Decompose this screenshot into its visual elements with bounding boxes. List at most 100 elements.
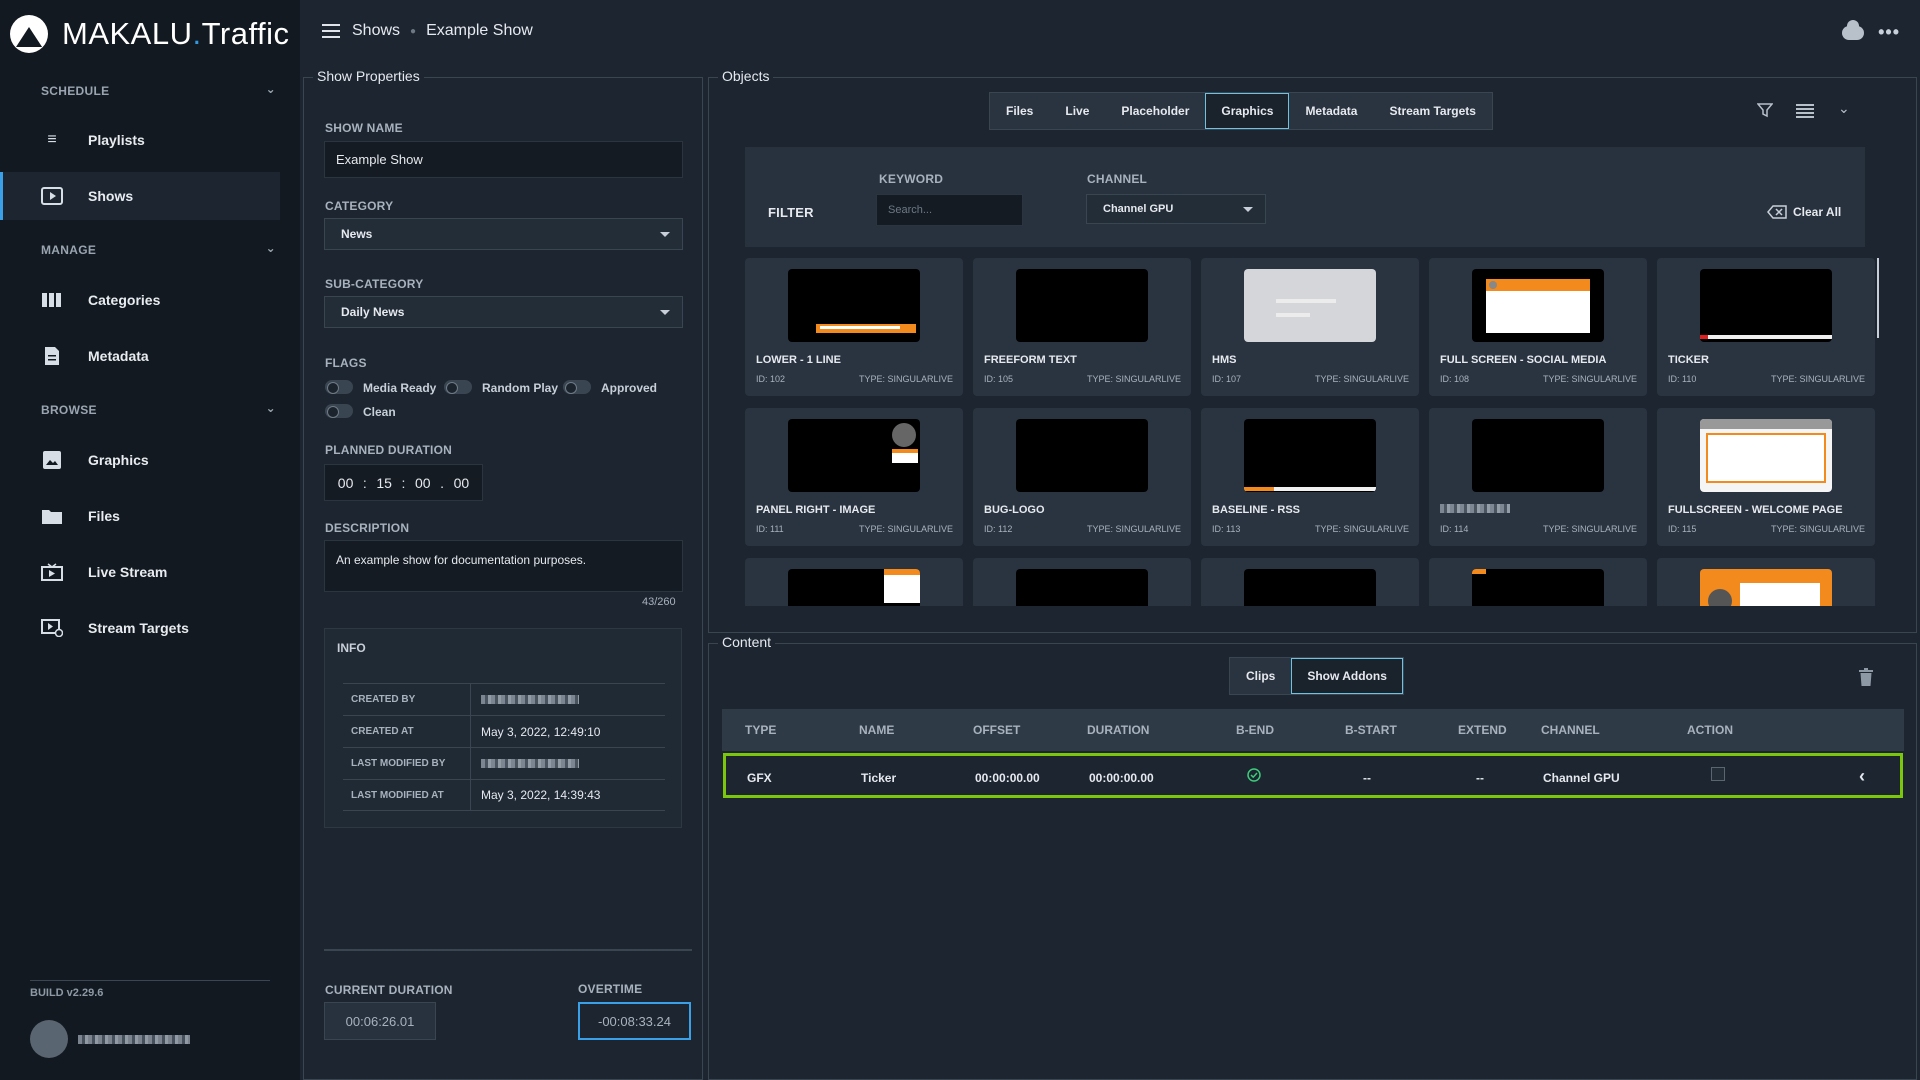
graphic-card[interactable]: BUG-LOGO ID: 112 TYPE: SINGULARLIVE	[973, 408, 1191, 546]
graphic-card[interactable]: PANEL RIGHT - IMAGE ID: 111 TYPE: SINGUL…	[745, 408, 963, 546]
document-icon	[41, 346, 63, 366]
graphic-card[interactable]	[1657, 558, 1875, 606]
graphic-card[interactable]: HMS ID: 107 TYPE: SINGULARLIVE	[1201, 258, 1419, 396]
approved-label: Approved	[601, 381, 658, 395]
divider	[324, 949, 692, 951]
section-browse[interactable]: BROWSE ⌄	[41, 401, 276, 417]
planned-duration-field[interactable]: 00: 15: 00. 00	[324, 464, 483, 501]
chevron-down-icon[interactable]: ⌄	[266, 241, 276, 255]
sidebar-item-metadata[interactable]: Metadata	[0, 332, 280, 380]
thumbnail	[788, 569, 920, 606]
breadcrumb-root[interactable]: Shows	[352, 22, 400, 40]
thumbnail-lower-third	[788, 269, 920, 342]
avatar	[30, 1020, 68, 1058]
sidebar-item-graphics[interactable]: Graphics	[0, 436, 280, 484]
clear-all-button[interactable]: Clear All	[1767, 205, 1841, 219]
sidebar-item-playlists[interactable]: ≡ Playlists	[0, 116, 280, 164]
tab-placeholder[interactable]: Placeholder	[1105, 93, 1205, 129]
thumbnail-bug-logo	[1016, 419, 1148, 492]
keyword-search-input[interactable]: Search...	[876, 194, 1023, 226]
list-view-icon[interactable]	[1796, 104, 1814, 123]
graphic-card[interactable]: FREEFORM TEXT ID: 105 TYPE: SINGULARLIVE	[973, 258, 1191, 396]
sidebar-item-stream-targets[interactable]: Stream Targets	[0, 604, 280, 652]
category-select[interactable]: News	[324, 218, 683, 250]
thumbnail-redacted	[1472, 419, 1604, 492]
tab-clips[interactable]: Clips	[1230, 658, 1291, 694]
chevron-down-icon[interactable]: ⌄	[1838, 100, 1850, 117]
user-profile[interactable]	[30, 1020, 190, 1058]
random-play-label: Random Play	[482, 381, 559, 395]
image-icon	[41, 450, 63, 470]
col-channel: CHANNEL	[1541, 723, 1600, 737]
thumbnail	[1472, 569, 1604, 606]
thumbnail	[1016, 569, 1148, 606]
tab-live[interactable]: Live	[1049, 93, 1105, 129]
action-checkbox[interactable]	[1711, 767, 1725, 781]
channel-select[interactable]: Channel GPU	[1086, 194, 1266, 224]
chevron-down-icon[interactable]: ⌄	[266, 401, 276, 415]
filter-funnel-icon[interactable]	[1756, 102, 1774, 123]
breadcrumb-current: Example Show	[426, 22, 533, 39]
sidebar-item-files[interactable]: Files	[0, 492, 280, 540]
cloud-icon[interactable]	[1842, 19, 1865, 40]
section-manage[interactable]: MANAGE ⌄	[41, 241, 276, 257]
info-section: INFO CREATED BY CREATED AT May 3, 2022, …	[324, 628, 682, 828]
filter-bar: FILTER KEYWORD Search... CHANNEL Channel…	[745, 147, 1865, 247]
app-logo[interactable]: MAKALU.Traffic	[0, 0, 300, 68]
media-ready-toggle[interactable]	[325, 380, 353, 394]
graphic-card[interactable]: FULL SCREEN - SOCIAL MEDIA ID: 108 TYPE:…	[1429, 258, 1647, 396]
check-circle-icon	[1247, 768, 1261, 785]
category-label: CATEGORY	[325, 199, 394, 213]
hamburger-menu-icon[interactable]	[322, 24, 340, 38]
graphic-card[interactable]	[745, 558, 963, 606]
created-by-redacted	[481, 694, 579, 704]
thumbnail-social-media	[1472, 269, 1604, 342]
table-row[interactable]: GFX Ticker 00:00:00.00 00:00:00.00 -- --…	[723, 753, 1903, 798]
thumbnail	[1244, 569, 1376, 606]
section-schedule[interactable]: SCHEDULE ⌄	[41, 82, 276, 98]
graphic-card[interactable]	[1201, 558, 1419, 606]
graphic-card[interactable]: TICKER ID: 110 TYPE: SINGULARLIVE	[1657, 258, 1875, 396]
clean-label: Clean	[363, 405, 396, 419]
graphic-card[interactable]: FULLSCREEN - WELCOME PAGE ID: 115 TYPE: …	[1657, 408, 1875, 546]
thumbnail-hms	[1244, 269, 1376, 342]
graphic-card[interactable]: ID: 114 TYPE: SINGULARLIVE	[1429, 408, 1647, 546]
description-textarea[interactable]: An example show for documentation purpos…	[324, 540, 683, 592]
filter-label: FILTER	[768, 205, 814, 220]
col-b-start: B-START	[1345, 723, 1397, 737]
tab-metadata[interactable]: Metadata	[1289, 93, 1373, 129]
sidebar-item-live-stream[interactable]: Live Stream	[0, 548, 280, 596]
graphic-card[interactable]: LOWER - 1 LINE ID: 102 TYPE: SINGULARLIV…	[745, 258, 963, 396]
breadcrumb: Shows ● Example Show	[322, 22, 533, 40]
sidebar-item-categories[interactable]: Categories	[0, 276, 280, 324]
subcategory-select[interactable]: Daily News	[324, 296, 683, 328]
clean-toggle[interactable]	[325, 404, 353, 418]
show-name-field[interactable]: Example Show	[324, 141, 683, 178]
current-duration-value: 00:06:26.01	[324, 1002, 436, 1040]
card-name-redacted	[1440, 504, 1510, 513]
approved-toggle[interactable]	[563, 380, 591, 394]
top-bar: MAKALU.Traffic Shows ● Example Show •••	[0, 0, 1920, 68]
col-extend: EXTEND	[1458, 723, 1507, 737]
tab-graphics[interactable]: Graphics	[1205, 93, 1290, 129]
graphic-card[interactable]: BASELINE - RSS ID: 113 TYPE: SINGULARLIV…	[1201, 408, 1419, 546]
random-play-toggle[interactable]	[444, 380, 472, 394]
trash-icon[interactable]	[1859, 668, 1873, 691]
grid-scrollbar[interactable]	[1877, 258, 1879, 338]
info-row-last-modified-by: LAST MODIFIED BY	[343, 747, 665, 779]
media-ready-label: Media Ready	[363, 381, 437, 395]
col-action: ACTION	[1687, 723, 1733, 737]
chevron-down-icon[interactable]: ⌄	[266, 82, 276, 96]
mountain-logo-icon	[10, 15, 48, 53]
graphic-card[interactable]	[973, 558, 1191, 606]
chevron-left-icon[interactable]: ‹	[1859, 766, 1865, 787]
more-options-icon[interactable]: •••	[1878, 22, 1900, 43]
graphic-card[interactable]	[1429, 558, 1647, 606]
tab-files[interactable]: Files	[990, 93, 1049, 129]
content-table-header: TYPE NAME OFFSET DURATION B-END B-START …	[722, 709, 1904, 751]
sidebar-item-shows[interactable]: Shows	[0, 172, 280, 220]
tab-show-addons[interactable]: Show Addons	[1291, 658, 1403, 694]
thumbnail	[1700, 569, 1832, 606]
tab-stream-targets[interactable]: Stream Targets	[1373, 93, 1491, 129]
user-name-redacted	[78, 1034, 190, 1044]
